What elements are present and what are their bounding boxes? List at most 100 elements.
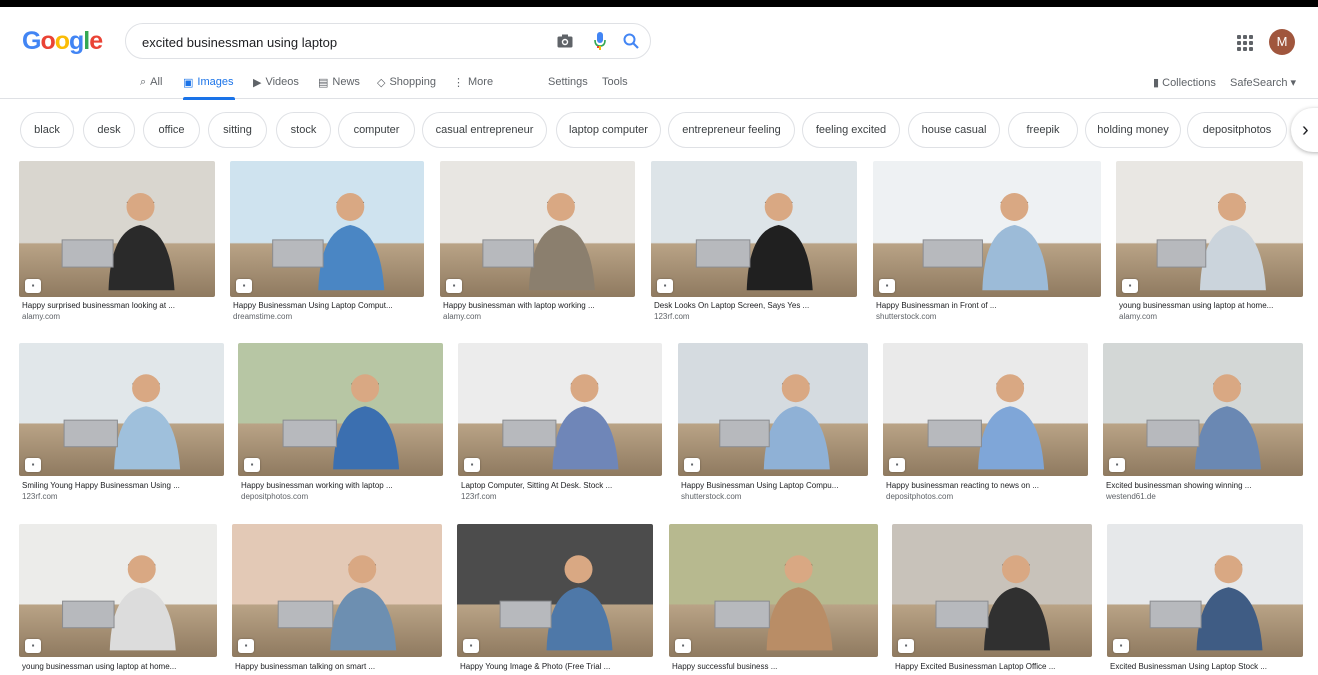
result-thumbnail[interactable]: ▪ <box>230 161 424 297</box>
result-title[interactable]: Happy successful business ... <box>672 662 877 671</box>
tab-tools[interactable]: Tools <box>602 76 628 100</box>
result-thumbnail[interactable]: ▪ <box>883 343 1088 476</box>
result-title[interactable]: young businessman using laptop at home..… <box>1119 301 1302 310</box>
chip[interactable]: feeling excited <box>802 112 900 148</box>
image-result[interactable]: ▪ Smiling Young Happy Businessman Using .… <box>19 343 224 506</box>
result-title[interactable]: Happy businessman reacting to news on ..… <box>886 481 1087 490</box>
safesearch-toggle[interactable]: SafeSearch ▾ <box>1230 76 1296 89</box>
image-result[interactable]: ▪ Happy Businessman Using Laptop Comput..… <box>230 161 424 327</box>
result-thumbnail[interactable]: ▪ <box>892 524 1092 657</box>
chip[interactable]: holding money <box>1085 112 1181 148</box>
search-icon[interactable] <box>622 32 640 50</box>
result-title[interactable]: Happy businessman with laptop working ..… <box>443 301 634 310</box>
result-thumbnail[interactable]: ▪ <box>458 343 662 476</box>
result-thumbnail[interactable]: ▪ <box>19 524 217 657</box>
image-result[interactable]: ▪ Happy Young Image & Photo (Free Trial .… <box>457 524 653 675</box>
chevron-right-icon[interactable]: › <box>1291 108 1318 152</box>
result-title[interactable]: Smiling Young Happy Businessman Using ..… <box>22 481 223 490</box>
apps-grid-icon[interactable] <box>1237 35 1253 51</box>
tab-news[interactable]: ▤ News <box>318 76 360 100</box>
image-result[interactable]: ▪ Happy Businessman in Front of ... shutte… <box>873 161 1101 327</box>
image-badge-icon: ▪ <box>238 639 254 653</box>
result-title[interactable]: Laptop Computer, Sitting At Desk. Stock … <box>461 481 661 490</box>
result-title[interactable]: Excited businessman showing winning ... <box>1106 481 1302 490</box>
result-title[interactable]: Happy Businessman in Front of ... <box>876 301 1100 310</box>
search-box <box>125 23 651 59</box>
tab-label: All <box>150 76 163 88</box>
image-badge-icon: ▪ <box>1113 639 1129 653</box>
collections-link[interactable]: ▮ Collections <box>1153 76 1216 89</box>
chip[interactable]: desk <box>83 112 135 148</box>
google-logo[interactable]: Google <box>22 27 103 56</box>
chip[interactable]: freepik <box>1008 112 1078 148</box>
chip[interactable]: entrepreneur feeling <box>668 112 795 148</box>
result-thumbnail[interactable]: ▪ <box>1116 161 1303 297</box>
result-title[interactable]: Happy Businessman Using Laptop Comput... <box>233 301 423 310</box>
image-result[interactable]: ▪ Excited businessman showing winning ...… <box>1103 343 1303 506</box>
photo-scene <box>62 555 176 651</box>
result-thumbnail[interactable]: ▪ <box>232 524 442 657</box>
result-thumbnail[interactable]: ▪ <box>669 524 878 657</box>
tab-videos[interactable]: ▶ Videos <box>253 76 299 100</box>
image-result[interactable]: ▪ young businessman using laptop at home.… <box>19 524 217 675</box>
result-title[interactable]: Happy businessman working with laptop ..… <box>241 481 442 490</box>
image-result[interactable]: ▪ Happy surprised businessman looking at … <box>19 161 215 327</box>
tab-all[interactable]: ⌕ All <box>140 76 162 100</box>
tab-more[interactable]: ⋮ More <box>453 76 493 100</box>
chip[interactable]: depositphotos <box>1187 112 1287 148</box>
chip[interactable]: computer <box>338 112 415 148</box>
photo-scene <box>61 193 175 291</box>
tab-images[interactable]: ▣ Images <box>183 76 236 100</box>
result-thumbnail[interactable]: ▪ <box>440 161 635 297</box>
chip[interactable]: sitting <box>208 112 267 148</box>
image-result[interactable]: ▪ Happy businessman reacting to news on .… <box>883 343 1088 506</box>
result-thumbnail[interactable]: ▪ <box>873 161 1101 297</box>
chip[interactable]: casual entrepreneur <box>422 112 547 148</box>
image-result[interactable]: ▪ Happy successful business ... <box>669 524 878 675</box>
image-result[interactable]: ▪ Desk Looks On Laptop Screen, Says Yes .… <box>651 161 857 327</box>
result-title[interactable]: Happy surprised businessman looking at .… <box>22 301 214 310</box>
chip[interactable]: laptop computer <box>556 112 661 148</box>
result-title[interactable]: Happy Excited Businessman Laptop Office … <box>895 662 1091 671</box>
result-source: depositphotos.com <box>241 492 309 501</box>
result-source: shutterstock.com <box>681 492 742 501</box>
header: Google M ⌕All ▣Images ▶Videos ▤News ◇Sho… <box>0 7 1318 100</box>
result-title[interactable]: Happy Young Image & Photo (Free Trial ..… <box>460 662 652 671</box>
result-thumbnail[interactable]: ▪ <box>1103 343 1303 476</box>
image-result[interactable]: ▪ Laptop Computer, Sitting At Desk. Stock… <box>458 343 662 506</box>
image-result[interactable]: ▪ Happy Businessman Using Laptop Compu...… <box>678 343 868 506</box>
result-thumbnail[interactable]: ▪ <box>651 161 857 297</box>
chip[interactable]: black <box>20 112 74 148</box>
image-result[interactable]: ▪ Happy businessman with laptop working .… <box>440 161 635 327</box>
result-thumbnail[interactable]: ▪ <box>238 343 443 476</box>
image-result[interactable]: ▪ Happy businessman talking on smart ... <box>232 524 442 675</box>
tab-label: More <box>468 76 494 88</box>
chip[interactable]: house casual <box>908 112 1000 148</box>
search-input[interactable] <box>142 32 542 52</box>
tab-shopping[interactable]: ◇ Shopping <box>377 76 436 100</box>
chip[interactable]: stock <box>276 112 331 148</box>
image-result[interactable]: ▪ Happy businessman working with laptop .… <box>238 343 443 506</box>
mic-icon[interactable] <box>593 32 607 51</box>
result-thumbnail[interactable]: ▪ <box>678 343 868 476</box>
result-source: 123rf.com <box>22 492 58 501</box>
result-thumbnail[interactable]: ▪ <box>457 524 653 657</box>
result-title[interactable]: young businessman using laptop at home..… <box>22 662 216 671</box>
result-source: dreamstime.com <box>233 312 293 321</box>
image-result[interactable]: ▪ Happy Excited Businessman Laptop Office… <box>892 524 1092 675</box>
result-title[interactable]: Happy businessman talking on smart ... <box>235 662 441 671</box>
avatar[interactable]: M <box>1269 29 1295 55</box>
image-badge-icon: ▪ <box>25 458 41 472</box>
result-thumbnail[interactable]: ▪ <box>1107 524 1303 657</box>
result-title[interactable]: Happy Businessman Using Laptop Compu... <box>681 481 867 490</box>
camera-icon[interactable] <box>557 34 573 48</box>
image-result[interactable]: ▪ Excited Businessman Using Laptop Stock … <box>1107 524 1303 675</box>
result-title[interactable]: Excited Businessman Using Laptop Stock .… <box>1110 662 1302 671</box>
result-thumbnail[interactable]: ▪ <box>19 161 215 297</box>
image-result[interactable]: ▪ young businessman using laptop at home.… <box>1116 161 1303 327</box>
result-title[interactable]: Desk Looks On Laptop Screen, Says Yes ..… <box>654 301 856 310</box>
result-thumbnail[interactable]: ▪ <box>19 343 224 476</box>
tab-settings[interactable]: Settings <box>548 76 588 100</box>
result-source: 123rf.com <box>461 492 497 501</box>
chip[interactable]: office <box>143 112 200 148</box>
